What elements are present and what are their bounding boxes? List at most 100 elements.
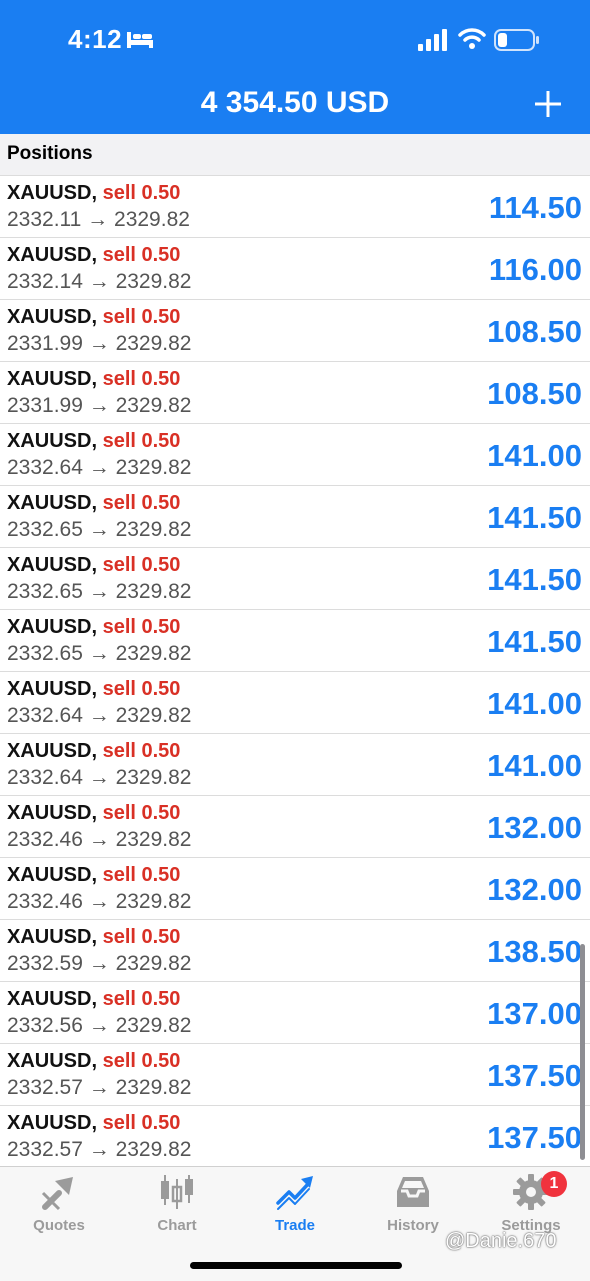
price-range: 2332.65 → 2329.82 xyxy=(7,642,192,665)
position-profit: 116.00 xyxy=(488,252,582,287)
position-row[interactable]: XAUUSD, sell 0.50 2332.64 → 2329.82 141.00 xyxy=(0,734,590,796)
settings-notification-badge: 1 xyxy=(541,1171,567,1197)
position-row[interactable]: XAUUSD, sell 0.50 2332.11 → 2329.82 114.50 xyxy=(0,176,590,238)
position-row[interactable]: XAUUSD, sell 0.50 2332.57 → 2329.82 137.50 xyxy=(0,1044,590,1106)
position-symbol: XAUUSD, sell 0.50 xyxy=(7,1112,180,1135)
price-range: 2332.46 → 2329.82 xyxy=(7,890,192,913)
position-profit: 141.00 xyxy=(487,438,582,473)
price-range: 2332.14 → 2329.82 xyxy=(7,270,192,293)
position-profit: 141.50 xyxy=(487,562,582,597)
scrollbar[interactable] xyxy=(580,944,585,1160)
chart-icon xyxy=(161,1175,193,1209)
position-symbol: XAUUSD, sell 0.50 xyxy=(7,182,180,205)
tab-chart[interactable]: Chart xyxy=(118,1173,236,1237)
price-range: 2332.65 → 2329.82 xyxy=(7,518,192,541)
position-profit: 132.00 xyxy=(487,810,582,845)
positions-section-header: Positions xyxy=(0,134,590,176)
position-row[interactable]: XAUUSD, sell 0.50 2332.64 → 2329.82 141.00 xyxy=(0,424,590,486)
position-row[interactable]: XAUUSD, sell 0.50 2332.46 → 2329.82 132.00 xyxy=(0,858,590,920)
position-profit: 141.00 xyxy=(487,686,582,721)
position-profit: 137.50 xyxy=(487,1120,582,1155)
price-range: 2332.46 → 2329.82 xyxy=(7,828,192,851)
price-range: 2332.56 → 2329.82 xyxy=(7,1014,192,1037)
quotes-icon xyxy=(41,1177,73,1211)
symbol-text: XAUUSD, xyxy=(7,306,98,328)
positions-list: XAUUSD, sell 0.50 2332.11 → 2329.82 114.50… xyxy=(0,176,590,1168)
position-row[interactable]: XAUUSD, sell 0.50 2332.14 → 2329.82 116.00 xyxy=(0,238,590,300)
position-profit: 132.00 xyxy=(487,872,582,907)
position-row[interactable]: XAUUSD, sell 0.50 2331.99 → 2329.82 108.50 xyxy=(0,300,590,362)
position-symbol: XAUUSD, sell 0.50 xyxy=(7,430,180,453)
tab-quotes[interactable]: Quotes xyxy=(0,1173,118,1237)
position-symbol: XAUUSD, sell 0.50 xyxy=(7,740,180,763)
position-row[interactable]: XAUUSD, sell 0.50 2332.46 → 2329.82 132.00 xyxy=(0,796,590,858)
symbol-text: XAUUSD, xyxy=(7,616,98,638)
position-row[interactable]: XAUUSD, sell 0.50 2332.65 → 2329.82 141.50 xyxy=(0,610,590,672)
tab-label-chart: Chart xyxy=(157,1217,197,1234)
position-symbol: XAUUSD, sell 0.50 xyxy=(7,864,180,887)
order-side: sell 0.50 xyxy=(102,926,181,948)
position-profit: 108.50 xyxy=(487,314,582,349)
order-side: sell 0.50 xyxy=(102,244,181,266)
symbol-text: XAUUSD, xyxy=(7,492,98,514)
position-symbol: XAUUSD, sell 0.50 xyxy=(7,492,180,515)
order-side: sell 0.50 xyxy=(102,988,181,1010)
price-range: 2331.99 → 2329.82 xyxy=(7,394,192,417)
order-side: sell 0.50 xyxy=(102,1050,181,1072)
symbol-text: XAUUSD, xyxy=(7,740,98,762)
symbol-text: XAUUSD, xyxy=(7,1112,98,1134)
order-side: sell 0.50 xyxy=(102,616,181,638)
order-side: sell 0.50 xyxy=(102,1112,181,1134)
position-symbol: XAUUSD, sell 0.50 xyxy=(7,678,180,701)
history-icon xyxy=(397,1177,429,1207)
trade-icon xyxy=(276,1176,313,1210)
position-profit: 137.00 xyxy=(487,996,582,1031)
order-side: sell 0.50 xyxy=(102,492,181,514)
position-symbol: XAUUSD, sell 0.50 xyxy=(7,244,180,267)
position-row[interactable]: XAUUSD, sell 0.50 2332.56 → 2329.82 137.00 xyxy=(0,982,590,1044)
order-side: sell 0.50 xyxy=(102,182,181,204)
position-profit: 137.50 xyxy=(487,1058,582,1093)
position-row[interactable]: XAUUSD, sell 0.50 2331.99 → 2329.82 108.50 xyxy=(0,362,590,424)
home-indicator[interactable] xyxy=(190,1262,402,1269)
position-symbol: XAUUSD, sell 0.50 xyxy=(7,368,180,391)
account-balance: 4 354.50 USD xyxy=(200,86,390,119)
signal-icon xyxy=(418,29,447,51)
tab-settings[interactable]: Settings xyxy=(472,1173,590,1237)
symbol-text: XAUUSD, xyxy=(7,864,98,886)
order-side: sell 0.50 xyxy=(102,864,181,886)
price-range: 2331.99 → 2329.82 xyxy=(7,332,192,355)
tab-history[interactable]: History xyxy=(354,1173,472,1237)
tab-label-trade: Trade xyxy=(274,1217,316,1234)
price-range: 2332.65 → 2329.82 xyxy=(7,580,192,603)
top-bar: 4:12 4 354.50 USD xyxy=(0,0,590,134)
status-time: 4:12 xyxy=(68,24,123,54)
section-title: Positions xyxy=(7,143,93,164)
position-symbol: XAUUSD, sell 0.50 xyxy=(7,306,180,329)
order-side: sell 0.50 xyxy=(102,554,181,576)
position-profit: 138.50 xyxy=(487,934,582,969)
position-row[interactable]: XAUUSD, sell 0.50 2332.64 → 2329.82 141.00 xyxy=(0,672,590,734)
position-row[interactable]: XAUUSD, sell 0.50 2332.57 → 2329.82 137.50 xyxy=(0,1106,590,1168)
position-row[interactable]: XAUUSD, sell 0.50 2332.59 → 2329.82 138.50 xyxy=(0,920,590,982)
position-row[interactable]: XAUUSD, sell 0.50 2332.65 → 2329.82 141.50 xyxy=(0,486,590,548)
position-symbol: XAUUSD, sell 0.50 xyxy=(7,802,180,825)
battery-icon xyxy=(494,29,539,51)
order-side: sell 0.50 xyxy=(102,740,181,762)
price-range: 2332.57 → 2329.82 xyxy=(7,1138,192,1161)
symbol-text: XAUUSD, xyxy=(7,430,98,452)
position-row[interactable]: XAUUSD, sell 0.50 2332.65 → 2329.82 141.50 xyxy=(0,548,590,610)
position-symbol: XAUUSD, sell 0.50 xyxy=(7,926,180,949)
position-symbol: XAUUSD, sell 0.50 xyxy=(7,616,180,639)
position-symbol: XAUUSD, sell 0.50 xyxy=(7,554,180,577)
order-side: sell 0.50 xyxy=(102,678,181,700)
price-range: 2332.64 → 2329.82 xyxy=(7,456,192,479)
position-profit: 141.00 xyxy=(487,748,582,783)
symbol-text: XAUUSD, xyxy=(7,1050,98,1072)
plus-icon[interactable] xyxy=(534,90,562,118)
tab-trade[interactable]: Trade xyxy=(236,1173,354,1237)
symbol-text: XAUUSD, xyxy=(7,244,98,266)
symbol-text: XAUUSD, xyxy=(7,678,98,700)
symbol-text: XAUUSD, xyxy=(7,926,98,948)
symbol-text: XAUUSD, xyxy=(7,182,98,204)
